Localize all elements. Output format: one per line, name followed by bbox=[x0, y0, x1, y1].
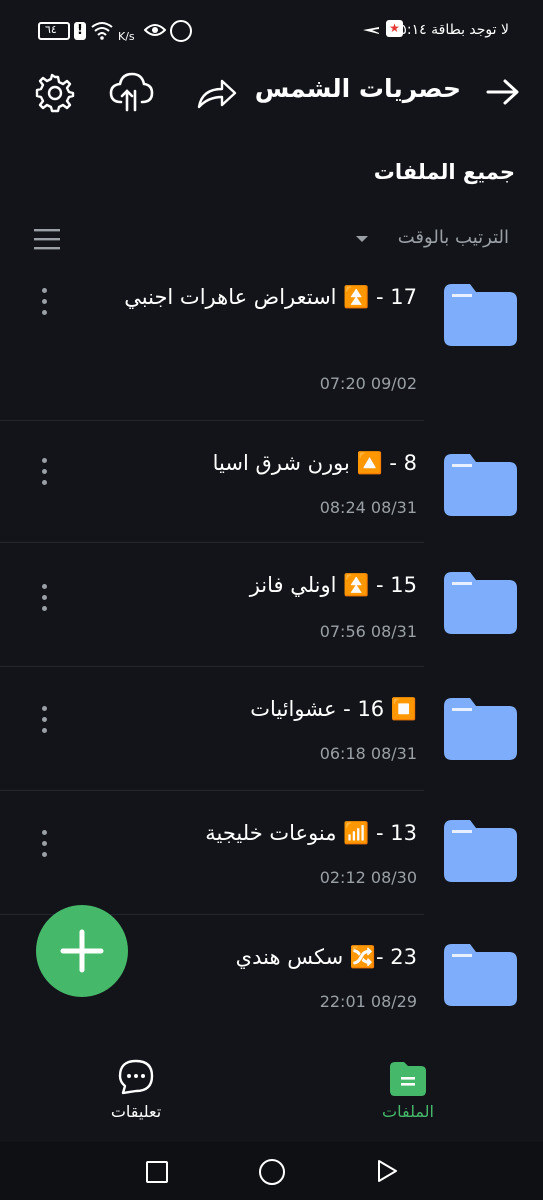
item-title: 17 - ⏫ استعراض عاهرات اجنبي bbox=[124, 285, 417, 309]
nav-label-comments: تعليقات bbox=[110, 1102, 162, 1121]
folder-icon bbox=[444, 284, 517, 346]
item-date: 08:24 08/31 bbox=[319, 498, 417, 517]
add-button[interactable] bbox=[36, 905, 128, 997]
bottom-nav: تعليقات الملفات bbox=[0, 1040, 543, 1142]
nav-tab-comments[interactable]: تعليقات bbox=[90, 1058, 182, 1134]
folder-icon bbox=[444, 698, 517, 760]
list-item[interactable]: 15 - ⏫ اونلي فانز 07:56 08/31 bbox=[0, 558, 543, 658]
more-options-icon[interactable] bbox=[38, 584, 50, 618]
back-arrow-icon[interactable] bbox=[486, 78, 520, 106]
battery-level: ٦٤ bbox=[45, 23, 57, 36]
app-header: حصريات الشمس bbox=[0, 60, 543, 130]
battery-icon: ٦٤ bbox=[38, 22, 70, 40]
divider bbox=[0, 542, 424, 543]
data-saver-icon bbox=[170, 20, 192, 42]
carrier-text: لا توجد بطاقة ٥:١٤ bbox=[399, 22, 509, 38]
list-item[interactable]: 8 - 🔼 بورن شرق اسيا 08:24 08/31 bbox=[0, 440, 543, 540]
nav-tab-files[interactable]: الملفات bbox=[362, 1058, 454, 1134]
item-title: ⏹️ 16 - عشوائيات bbox=[250, 697, 417, 721]
eye-icon bbox=[144, 24, 166, 36]
folder-icon bbox=[444, 820, 517, 882]
wifi-icon bbox=[91, 22, 113, 40]
carrier-label: لا توجد بطاقة bbox=[431, 22, 509, 38]
page-title: حصريات الشمس bbox=[254, 74, 461, 103]
item-title: 13 - 📶 منوعات خليجية bbox=[205, 821, 417, 845]
share-icon[interactable] bbox=[196, 78, 238, 110]
app-notification-icon: ★ bbox=[386, 20, 403, 37]
list-item[interactable]: 13 - 📶 منوعات خليجية 02:12 08/30 bbox=[0, 808, 543, 908]
item-title: 8 - 🔼 بورن شرق اسيا bbox=[212, 451, 417, 475]
airplane-icon bbox=[363, 27, 379, 34]
more-options-icon[interactable] bbox=[38, 288, 50, 322]
list-view-icon[interactable] bbox=[34, 228, 60, 250]
item-date: 07:20 09/02 bbox=[319, 374, 417, 393]
more-options-icon[interactable] bbox=[38, 706, 50, 740]
sort-dropdown-caret-icon[interactable] bbox=[356, 236, 368, 242]
folder-icon bbox=[444, 454, 517, 516]
item-date: 07:56 08/31 bbox=[319, 622, 417, 641]
divider bbox=[0, 666, 424, 667]
item-date: 02:12 08/30 bbox=[319, 868, 417, 887]
sort-dropdown[interactable]: الترتيب بالوقت bbox=[398, 227, 509, 248]
item-title: 15 - ⏫ اونلي فانز bbox=[249, 573, 417, 597]
item-date: 22:01 08/29 bbox=[319, 992, 417, 1011]
folder-icon bbox=[444, 944, 517, 1006]
more-options-icon[interactable] bbox=[38, 830, 50, 864]
nav-label-files: الملفات bbox=[382, 1102, 434, 1121]
system-nav-bar bbox=[0, 1142, 543, 1200]
files-folder-icon bbox=[390, 1062, 426, 1096]
list-item[interactable]: ⏹️ 16 - عشوائيات 06:18 08/31 bbox=[0, 684, 543, 784]
network-speed: K/s bbox=[118, 30, 135, 43]
folder-icon bbox=[444, 572, 517, 634]
home-button-icon[interactable] bbox=[259, 1159, 285, 1185]
back-button-icon[interactable] bbox=[376, 1159, 398, 1183]
gear-icon[interactable] bbox=[35, 73, 75, 113]
alert-icon: ! bbox=[74, 22, 86, 40]
item-title: 23 -🔀 سكس هندي bbox=[235, 945, 417, 969]
recents-button-icon[interactable] bbox=[146, 1161, 168, 1183]
divider bbox=[0, 790, 424, 791]
cloud-upload-icon[interactable] bbox=[108, 70, 154, 114]
section-title: جميع الملفات bbox=[373, 160, 515, 184]
divider bbox=[0, 420, 424, 421]
item-date: 06:18 08/31 bbox=[319, 744, 417, 763]
more-options-icon[interactable] bbox=[38, 458, 50, 492]
status-bar: ٦٤ ! K/s لا توجد بطاقة ٥:١٤ ★ bbox=[0, 0, 543, 60]
plus-icon bbox=[60, 929, 104, 973]
status-time: ٥:١٤ bbox=[399, 22, 427, 38]
list-item[interactable]: 17 - ⏫ استعراض عاهرات اجنبي 07:20 09/02 bbox=[0, 270, 543, 418]
comment-icon bbox=[118, 1059, 154, 1095]
